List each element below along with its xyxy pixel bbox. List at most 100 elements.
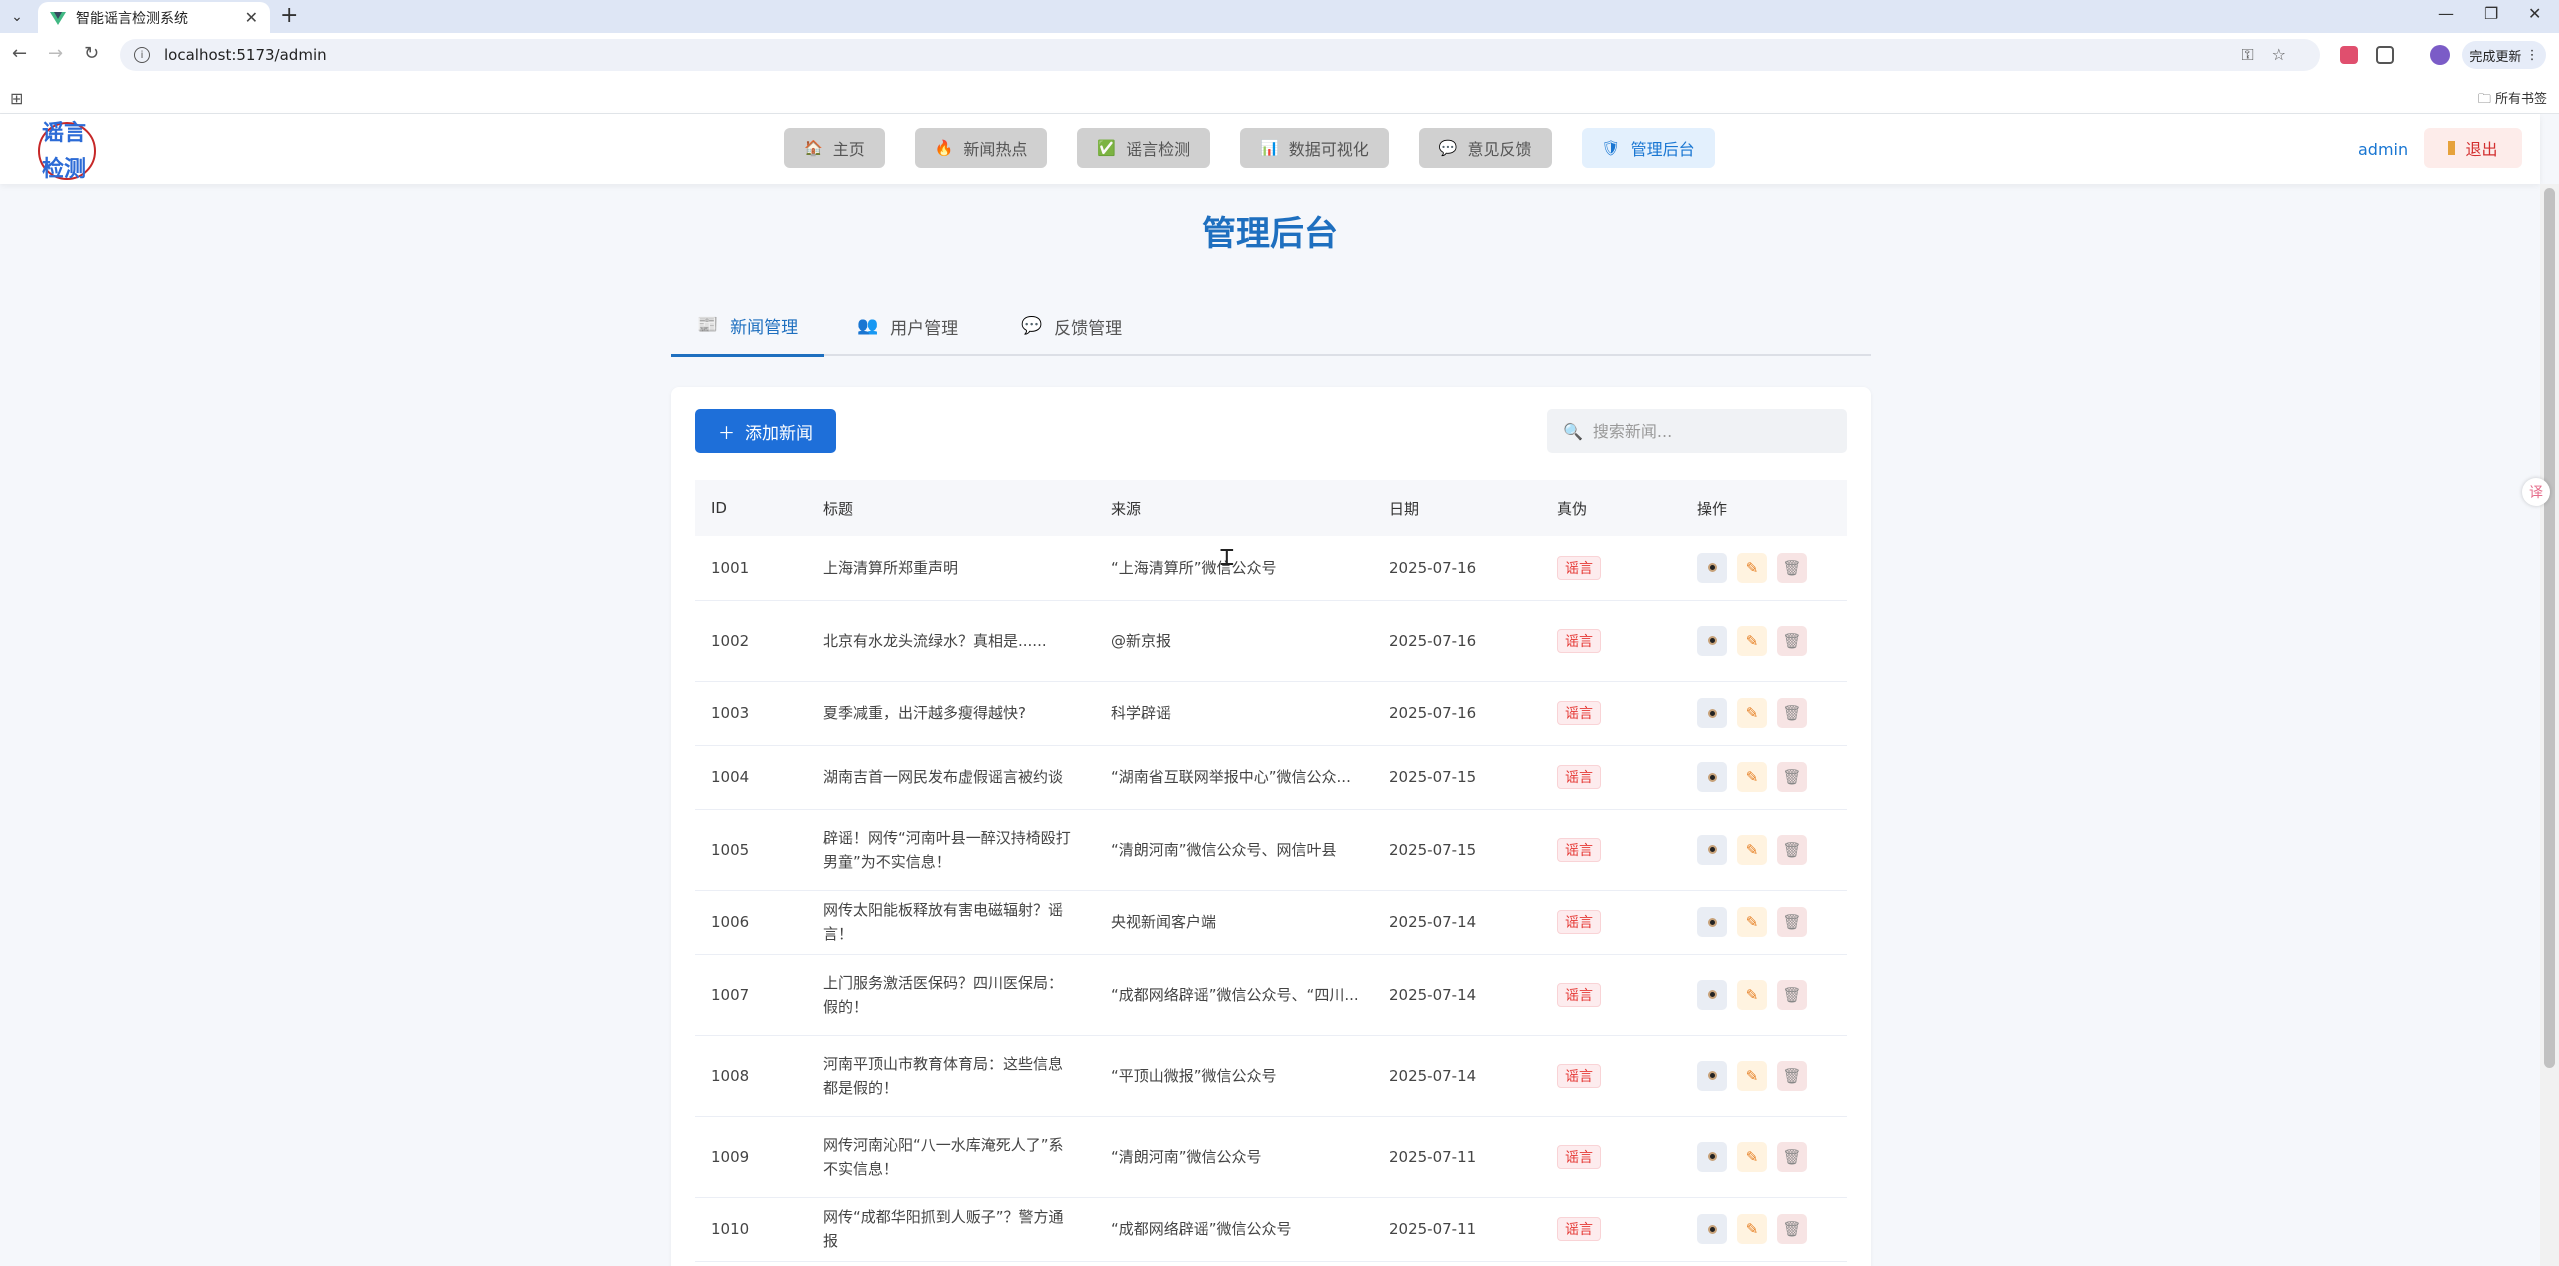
speech-bubble-icon: 💬 (1021, 316, 1043, 336)
cell-id: 1003 (695, 681, 807, 746)
tab-list-chevron-icon[interactable]: ⌄ (6, 6, 28, 28)
cell-actions: ✎ 🗑 (1681, 1035, 1847, 1117)
browser-tab[interactable]: 智能谣言检测系统 ✕ (38, 2, 270, 33)
delete-button[interactable]: 🗑 (1777, 625, 1807, 656)
edit-button[interactable]: ✎ (1737, 1060, 1767, 1091)
edit-button[interactable]: ✎ (1737, 698, 1767, 728)
add-news-button[interactable]: ＋ 添加新闻 (695, 409, 836, 453)
new-tab-plus-icon[interactable]: + (280, 3, 298, 28)
nav-button-4[interactable]: 💬 意见反馈 (1418, 128, 1552, 168)
delete-button[interactable]: 🗑 (1777, 1060, 1807, 1091)
edit-button[interactable]: ✎ (1737, 552, 1767, 583)
news-card: ＋ 添加新闻 🔍 ID 标题 来源 日期 真伪 操作 1001上海清算所郑重声明… (671, 387, 1871, 1266)
logout-button[interactable]: 退出 (2424, 128, 2522, 168)
update-label: 完成更新 (2469, 49, 2522, 65)
cell-date: 2025-07-14 (1373, 890, 1541, 955)
trash-icon: 🗑 (1782, 1147, 1802, 1166)
back-arrow-icon[interactable]: ← (12, 43, 27, 64)
restore-icon[interactable]: ❐ (2484, 4, 2498, 23)
page-scrollbar[interactable] (2540, 184, 2559, 1266)
table-row: 1001 上海清算所郑重声明 “上海清算所”微信公众号 2025-07-16 谣言 ✎ 🗑 (695, 536, 1847, 601)
address-bar[interactable]: i localhost:5173/admin ⚿☆ (120, 39, 2320, 71)
col-header-source: 来源 (1111, 499, 1142, 518)
trash-icon: 🗑 (1782, 768, 1802, 786)
site-info-icon[interactable]: i (134, 47, 150, 63)
close-tab-icon[interactable]: ✕ (245, 8, 258, 27)
cell-source: “湖南省互联网举报中心”微信公众... (1095, 745, 1373, 810)
delete-button[interactable]: 🗑 (1777, 552, 1807, 583)
view-button[interactable] (1697, 698, 1727, 728)
edit-button[interactable]: ✎ (1737, 762, 1767, 792)
tab-user-management[interactable]: 👥 用户管理 (831, 296, 984, 356)
row-actions: ✎ 🗑 (1697, 762, 1847, 792)
translate-float-icon[interactable]: 译 (2522, 478, 2550, 506)
view-button[interactable] (1697, 1214, 1727, 1244)
news-table: ID 标题 来源 日期 真伪 操作 1001 上海清算所郑重声明 “上海清算所”微信… (695, 480, 1847, 1262)
puzzle-extensions-icon[interactable] (2376, 46, 2394, 64)
delete-button[interactable]: 🗑 (1777, 907, 1807, 937)
edit-button[interactable]: ✎ (1737, 1214, 1767, 1244)
nav-button-3[interactable]: 📊 数据可视化 (1240, 128, 1389, 168)
all-bookmarks[interactable]: 🗀 所有书签 (2478, 88, 2547, 112)
view-button[interactable] (1697, 979, 1727, 1010)
home-icon: 🏠 (804, 139, 823, 157)
apps-grid-icon[interactable]: ⊞ (10, 89, 23, 108)
profile-avatar[interactable] (2430, 45, 2450, 65)
pencil-icon: ✎ (1745, 985, 1759, 1004)
reload-icon[interactable]: ↻ (84, 43, 99, 64)
view-button[interactable] (1697, 625, 1727, 656)
key-star-icons[interactable]: ⚿☆ (2241, 45, 2304, 65)
tab-feedback-management[interactable]: 💬 反馈管理 (995, 296, 1148, 356)
cell-source: “清朗河南”微信公众号 (1095, 1116, 1373, 1198)
nav-button-0[interactable]: 🏠 主页 (784, 128, 885, 168)
delete-button[interactable]: 🗑 (1777, 698, 1807, 728)
verdict-badge: 谣言 (1557, 628, 1601, 653)
delete-button[interactable]: 🗑 (1777, 1214, 1807, 1244)
view-button[interactable] (1697, 762, 1727, 792)
cell-date: 2025-07-16 (1373, 681, 1541, 746)
delete-button[interactable]: 🗑 (1777, 762, 1807, 792)
cell-actions: ✎ 🗑 (1681, 745, 1847, 810)
cell-title: 上门服务激活医保码？四川医保局：假的！ (807, 954, 1095, 1036)
delete-button[interactable]: 🗑 (1777, 1141, 1807, 1172)
tab-news-management[interactable]: 📰 新闻管理 (671, 296, 825, 357)
view-button[interactable] (1697, 1141, 1727, 1172)
trash-icon: 🗑 (1782, 631, 1802, 650)
pencil-icon: ✎ (1745, 768, 1759, 786)
edit-button[interactable]: ✎ (1737, 834, 1767, 865)
view-button[interactable] (1697, 907, 1727, 937)
pencil-icon: ✎ (1745, 704, 1759, 722)
view-button[interactable] (1697, 552, 1727, 583)
pencil-icon: ✎ (1745, 1066, 1759, 1085)
delete-button[interactable]: 🗑 (1777, 979, 1807, 1010)
edit-button[interactable]: ✎ (1737, 1141, 1767, 1172)
cell-verdict: 谣言 (1541, 745, 1681, 810)
scroll-thumb[interactable] (2544, 188, 2555, 1068)
extension-icon[interactable] (2340, 46, 2358, 64)
tab-label: 新闻管理 (730, 317, 799, 338)
cell-source: “清朗河南”微信公众号、网信叶县 (1095, 809, 1373, 891)
eye-icon (1707, 1152, 1717, 1161)
all-bookmarks-label: 所有书签 (2494, 92, 2547, 107)
minimize-icon[interactable]: — (2438, 4, 2454, 23)
view-button[interactable] (1697, 1060, 1727, 1091)
search-input[interactable] (1592, 421, 1833, 441)
nav-button-1[interactable]: 🔥 新闻热点 (914, 128, 1048, 168)
edit-button[interactable]: ✎ (1737, 625, 1767, 656)
nav-label: 主页 (832, 140, 865, 159)
update-button[interactable]: 完成更新 ⋮ (2462, 41, 2546, 69)
edit-button[interactable]: ✎ (1737, 907, 1767, 937)
table-header-row: ID 标题 来源 日期 真伪 操作 (695, 480, 1847, 536)
shield-icon: 🛡 (1601, 139, 1621, 157)
cell-verdict: 谣言 (1541, 681, 1681, 746)
delete-button[interactable]: 🗑 (1777, 834, 1807, 865)
window-close-icon[interactable]: ✕ (2528, 4, 2541, 23)
edit-button[interactable]: ✎ (1737, 979, 1767, 1010)
nav-button-5[interactable]: 🛡 管理后台 (1581, 128, 1715, 168)
forward-arrow-icon[interactable]: → (48, 43, 63, 64)
nav-button-2[interactable]: ✅ 谣言检测 (1077, 128, 1211, 168)
nav-label: 新闻热点 (963, 140, 1028, 159)
username[interactable]: admin (2358, 140, 2408, 159)
cell-actions: ✎ 🗑 (1681, 536, 1847, 601)
view-button[interactable] (1697, 834, 1727, 865)
